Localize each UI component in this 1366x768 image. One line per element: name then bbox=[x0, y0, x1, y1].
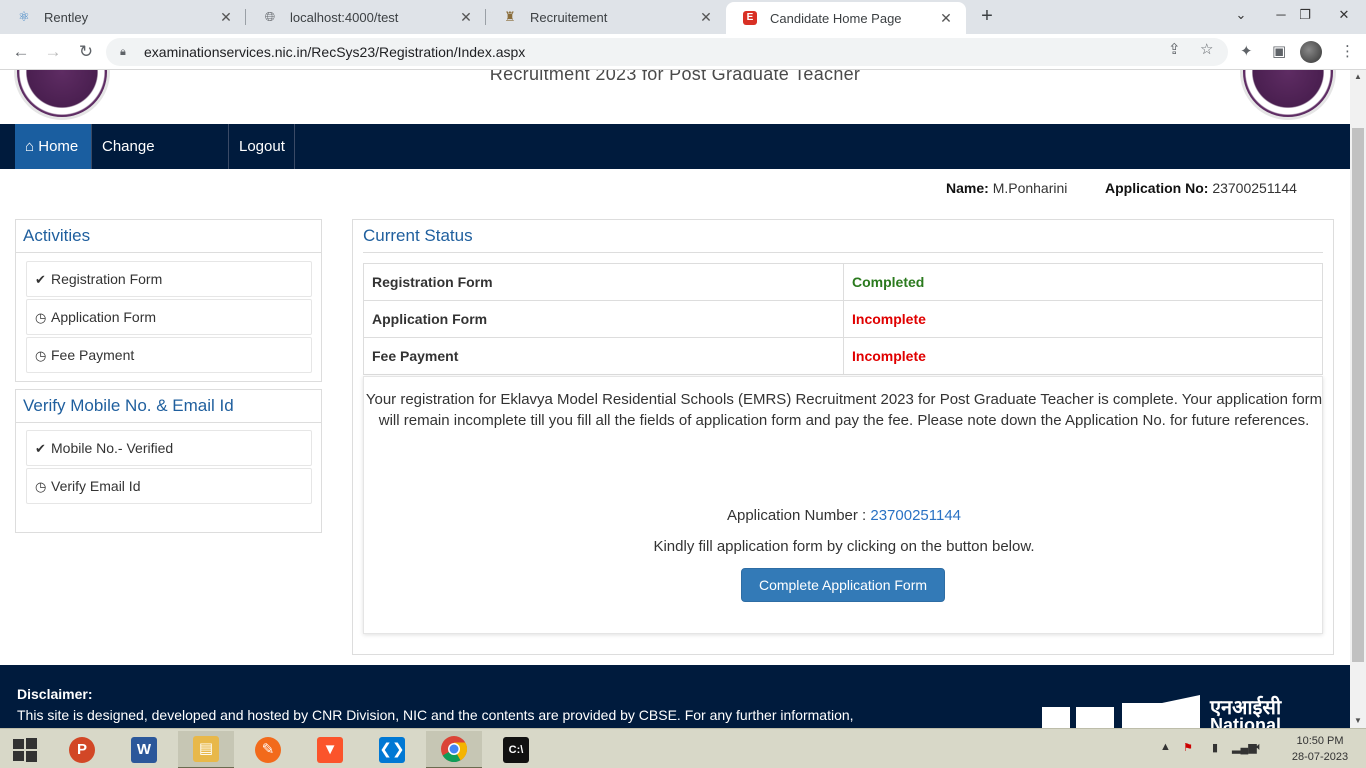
clock-icon: ◷ bbox=[35, 479, 47, 494]
tab-recruitement[interactable]: ♜ Recruitement ✕ bbox=[486, 0, 726, 34]
share-icon[interactable]: ⇪ bbox=[1168, 40, 1181, 58]
table-row: Registration Form Completed bbox=[363, 263, 1323, 301]
network-warning-icon[interactable]: ⚑ bbox=[1183, 741, 1193, 754]
complete-application-form-button[interactable]: Complete Application Form bbox=[741, 568, 945, 602]
menu-icon[interactable]: ⋮ bbox=[1340, 42, 1355, 60]
back-icon[interactable]: ← bbox=[8, 39, 34, 65]
status-info-box: Your registration for Eklavya Model Resi… bbox=[363, 376, 1323, 634]
windows-start-icon[interactable] bbox=[0, 731, 50, 768]
status-table: Registration Form Completed Application … bbox=[363, 263, 1323, 375]
activity-fee-payment[interactable]: ◷ Fee Payment bbox=[26, 337, 312, 373]
activity-registration-form[interactable]: ✔ Registration Form bbox=[26, 261, 312, 297]
nic-logo bbox=[1042, 695, 1200, 728]
verify-panel: Verify Mobile No. & Email Id ✔ Mobile No.… bbox=[15, 389, 322, 533]
emblem-icon: ♜ bbox=[504, 9, 516, 24]
application-number-line: Application Number : 23700251144 bbox=[726, 507, 962, 524]
nav-logout[interactable]: Logout bbox=[229, 124, 295, 169]
candidate-name: Name: M.Ponharini bbox=[946, 180, 1068, 196]
status-item: Application Form bbox=[363, 300, 844, 338]
scrollbar-thumb[interactable] bbox=[1352, 128, 1364, 662]
browser-tab-bar: ⚛ Rentley ✕ 🌐︎ localhost:4000/test ✕ ♜ R… bbox=[0, 0, 1366, 34]
reload-icon[interactable]: ↻ bbox=[73, 39, 99, 65]
file-explorer-icon[interactable]: ▤ bbox=[178, 731, 234, 768]
activities-panel: Activities ✔ Registration Form ◷ Applicati… bbox=[15, 219, 322, 382]
nav-home[interactable]: ⌂ Home bbox=[15, 124, 92, 169]
bookmark-star-icon[interactable]: ☆ bbox=[1200, 40, 1213, 58]
page-footer: Disclaimer: This site is designed, devel… bbox=[0, 665, 1350, 728]
candidate-appno: Application No: 23700251144 bbox=[1105, 180, 1297, 196]
home-icon: ⌂ bbox=[25, 138, 35, 155]
status-badge: Incomplete bbox=[843, 337, 1323, 375]
scroll-down-icon[interactable]: ▼ bbox=[1350, 714, 1366, 728]
volume-icon[interactable]: 🔈︎ bbox=[1256, 741, 1263, 754]
close-icon[interactable]: ✕ bbox=[698, 9, 714, 26]
verify-email[interactable]: ◷ Verify Email Id bbox=[26, 468, 312, 504]
close-icon[interactable]: ✕ bbox=[458, 9, 474, 26]
side-panel-icon[interactable]: ▣ bbox=[1272, 42, 1286, 60]
scroll-up-icon[interactable]: ▲ bbox=[1350, 70, 1366, 84]
instruction-text: Kindly fill application form by clicking… bbox=[653, 538, 1035, 555]
profile-avatar[interactable] bbox=[1300, 41, 1322, 63]
table-row: Fee Payment Incomplete bbox=[363, 337, 1323, 375]
clock-icon: ◷ bbox=[35, 348, 47, 363]
check-circle-icon: ✔ bbox=[35, 272, 46, 287]
table-row: Application Form Incomplete bbox=[363, 300, 1323, 338]
activity-application-form[interactable]: ◷ Application Form bbox=[26, 299, 312, 335]
nav-change-password[interactable]: Change Password bbox=[92, 124, 229, 200]
url-text: examinationservices.nic.in/RecSys23/Regi… bbox=[144, 44, 526, 60]
brave-icon[interactable]: ▼ bbox=[302, 731, 358, 768]
main-navbar: ⌂ Home Change Password Logout bbox=[0, 124, 1350, 200]
page-scrollbar[interactable]: ▲ ▼ bbox=[1350, 70, 1366, 728]
signal-icon[interactable]: ▂▄▆ bbox=[1232, 741, 1257, 754]
registration-message: Your registration for Eklavya Model Resi… bbox=[365, 391, 1323, 429]
vscode-icon[interactable]: ❮❯ bbox=[364, 731, 420, 768]
clock-icon: ◷ bbox=[35, 310, 47, 325]
page-icon: E bbox=[742, 10, 758, 26]
taskbar-clock[interactable]: 10:50 PM 28-07-2023 bbox=[1288, 733, 1352, 765]
tray-overflow-icon[interactable]: ▲ bbox=[1160, 741, 1171, 753]
check-circle-icon: ✔ bbox=[35, 441, 46, 456]
web-page: Recruitment 2023 for Post Graduate Teach… bbox=[0, 70, 1350, 728]
tab-search-icon[interactable]: ⌄ bbox=[1226, 0, 1256, 30]
tab-localhost[interactable]: 🌐︎ localhost:4000/test ✕ bbox=[246, 0, 486, 34]
status-title: Current Status bbox=[363, 220, 1323, 253]
close-icon[interactable]: ✕ bbox=[218, 9, 234, 26]
verify-title: Verify Mobile No. & Email Id bbox=[16, 390, 321, 423]
close-icon[interactable]: ✕ bbox=[938, 10, 954, 27]
battery-icon[interactable]: ▮ bbox=[1212, 741, 1218, 754]
extensions-icon[interactable]: ✦ bbox=[1240, 42, 1253, 60]
nic-english-label: National bbox=[1210, 715, 1282, 728]
application-number: 23700251144 bbox=[870, 507, 962, 524]
page-title: Recruitment 2023 for Post Graduate Teach… bbox=[489, 70, 861, 84]
powerpoint-icon[interactable]: P bbox=[54, 731, 110, 768]
word-icon[interactable]: W bbox=[116, 731, 172, 768]
browser-toolbar: ← → ↻ 🔒︎ examinationservices.nic.in/RecS… bbox=[0, 34, 1366, 70]
restore-button[interactable]: ❐ bbox=[1290, 0, 1320, 30]
status-item: Registration Form bbox=[363, 263, 844, 301]
react-icon: ⚛ bbox=[18, 9, 30, 24]
verify-mobile[interactable]: ✔ Mobile No.- Verified bbox=[26, 430, 312, 466]
globe-icon: 🌐︎ bbox=[264, 9, 276, 24]
status-badge: Completed bbox=[843, 263, 1323, 301]
disclaimer-text: This site is designed, developed and hos… bbox=[17, 707, 854, 723]
forward-icon[interactable]: → bbox=[40, 39, 66, 65]
status-item: Fee Payment bbox=[363, 337, 844, 375]
ministry-logo-right bbox=[1240, 70, 1336, 120]
lock-icon: 🔒︎ bbox=[120, 45, 126, 58]
pen-app-icon[interactable]: ✎ bbox=[240, 731, 296, 768]
tab-candidate-home[interactable]: E Candidate Home Page ✕ bbox=[726, 2, 966, 34]
disclaimer-title: Disclaimer: bbox=[17, 686, 93, 702]
windows-taskbar: P W ▤ ✎ ▼ ❮❯ C:\ ▲ ⚑ ▮ ▂▄▆ 🔈︎ 10:50 PM 2… bbox=[0, 728, 1366, 768]
terminal-icon[interactable]: C:\ bbox=[488, 731, 544, 768]
activities-title: Activities bbox=[16, 220, 321, 253]
new-tab-button[interactable]: + bbox=[976, 5, 998, 27]
address-bar[interactable]: 🔒︎ examinationservices.nic.in/RecSys23/R… bbox=[106, 38, 1228, 66]
status-badge: Incomplete bbox=[843, 300, 1323, 338]
close-window-button[interactable]: ✕ bbox=[1322, 0, 1366, 30]
tab-rentley[interactable]: ⚛ Rentley ✕ bbox=[0, 0, 246, 34]
chrome-icon[interactable] bbox=[426, 731, 482, 768]
status-panel: Current Status Registration Form Complet… bbox=[352, 219, 1334, 655]
